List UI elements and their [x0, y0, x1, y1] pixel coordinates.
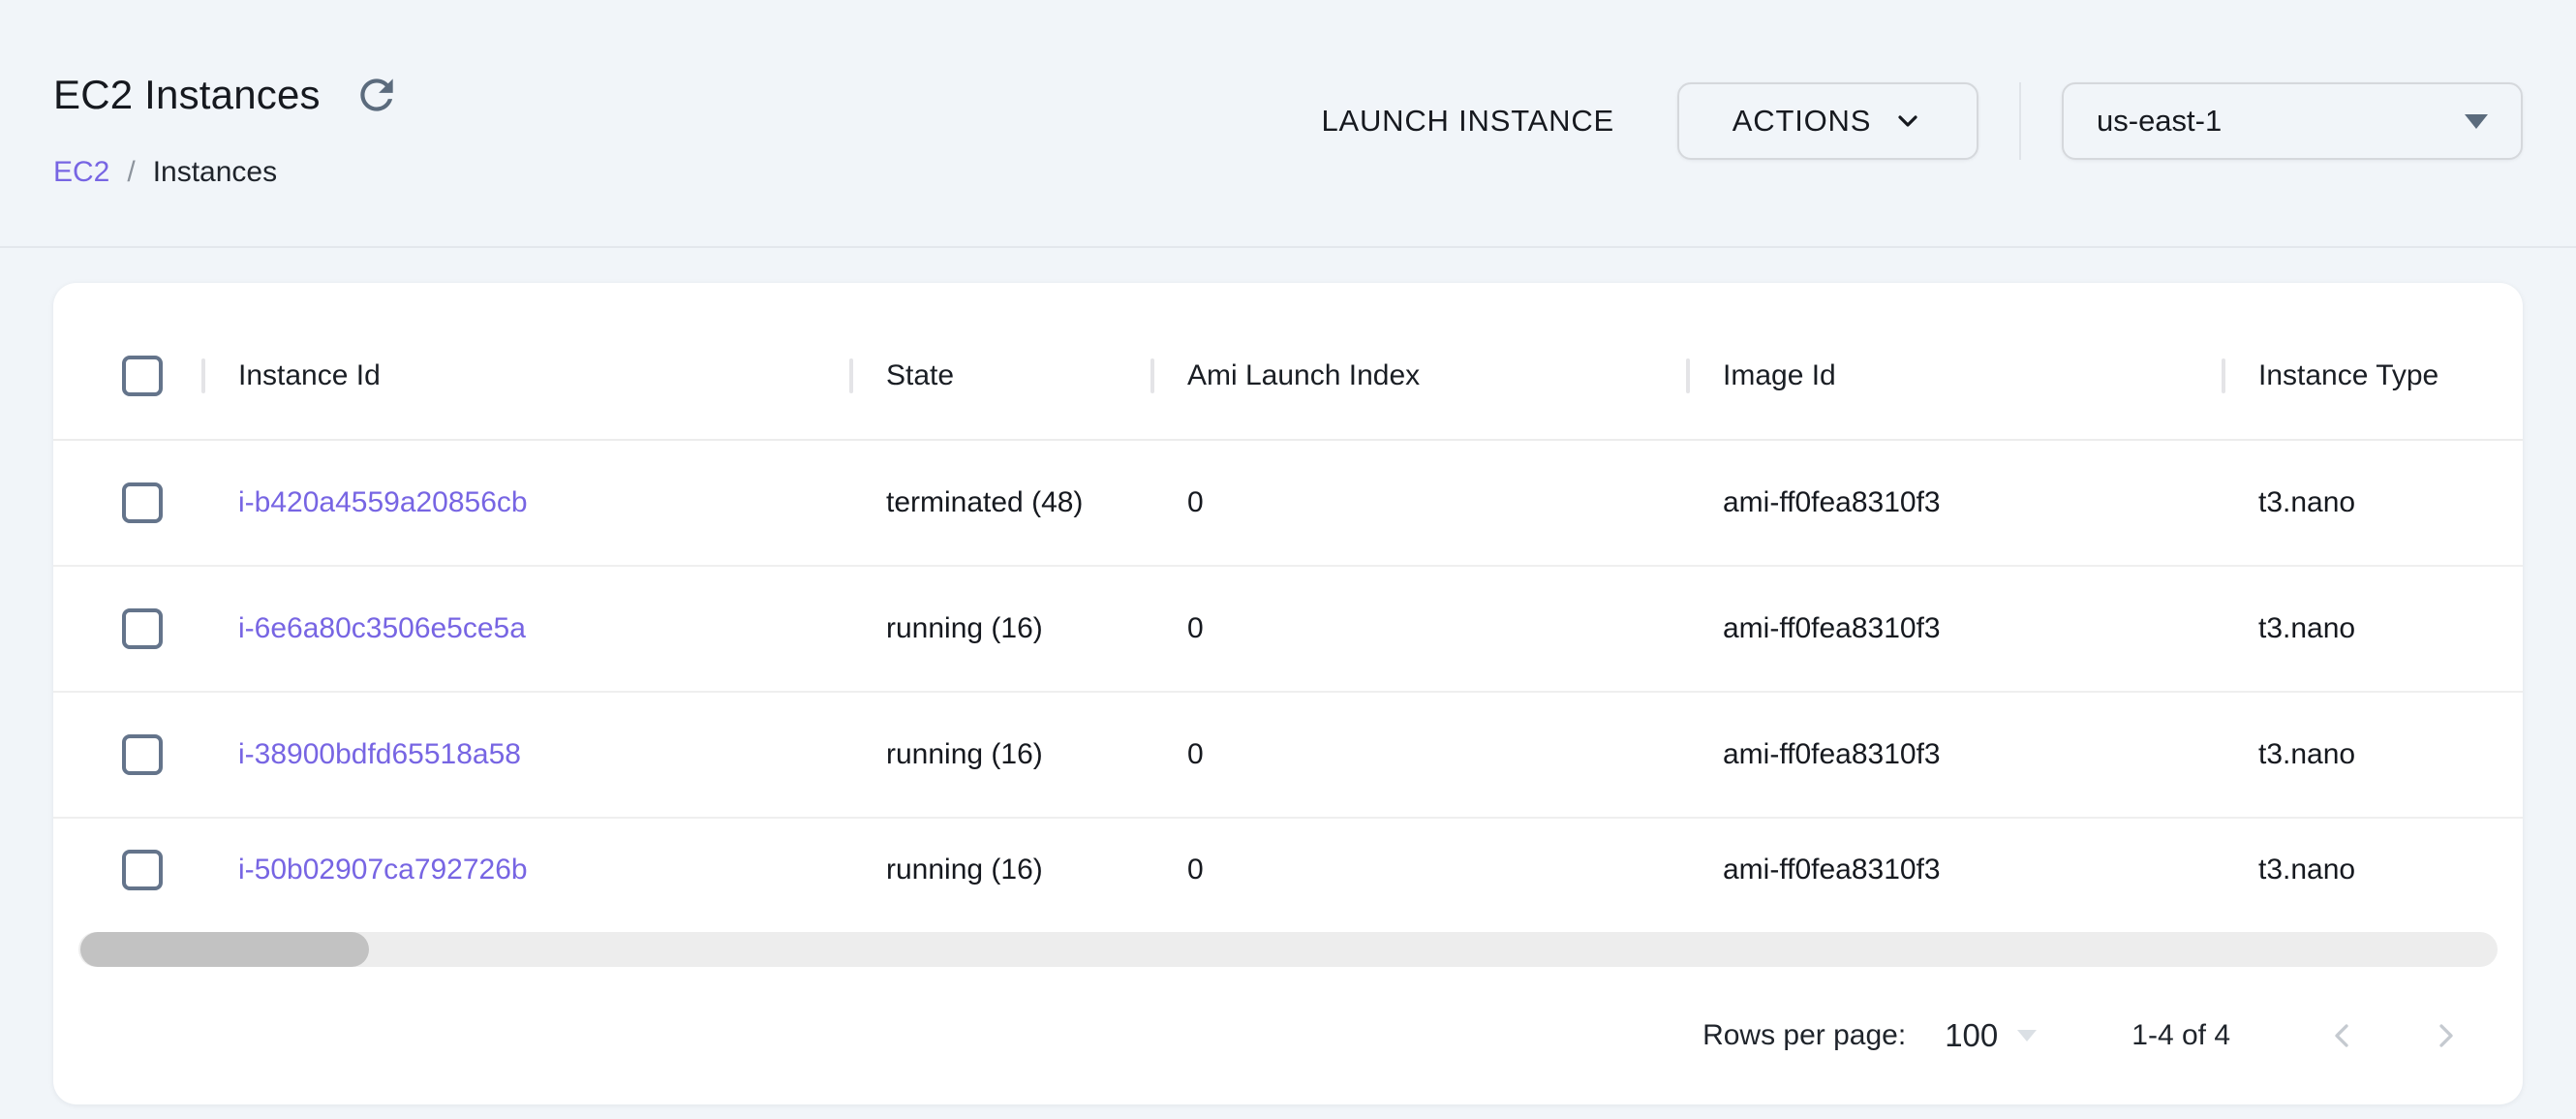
instances-card: Instance Id State Ami Launch Index Image… [53, 283, 2523, 1104]
ami-launch-index-cell: 0 [1150, 738, 1686, 771]
table-row: i-50b02907ca792726b running (16) 0 ami-f… [53, 819, 2523, 920]
instance-id-link[interactable]: i-6e6a80c3506e5ce5a [238, 612, 526, 644]
row-checkbox-cell [53, 850, 201, 890]
image-id-cell: ami-ff0fea8310f3 [1686, 854, 2222, 886]
table-row: i-38900bdfd65518a58 running (16) 0 ami-f… [53, 693, 2523, 819]
state-cell: running (16) [849, 854, 1150, 886]
column-header-ami-launch-index: Ami Launch Index [1150, 359, 1686, 392]
pagination-range: 1-4 of 4 [2131, 1019, 2230, 1052]
horizontal-scrollbar[interactable] [78, 932, 2498, 967]
instance-id-link[interactable]: i-50b02907ca792726b [238, 854, 528, 886]
row-checkbox[interactable] [122, 482, 163, 523]
state-cell: running (16) [849, 738, 1150, 771]
select-all-checkbox[interactable] [122, 356, 163, 396]
ami-launch-index-cell: 0 [1150, 486, 1686, 519]
row-checkbox[interactable] [122, 734, 163, 775]
page-title: EC2 Instances [53, 71, 321, 119]
header-controls: LAUNCH INSTANCE ACTIONS us-east-1 [1311, 82, 2523, 160]
table-row: i-b420a4559a20856cb terminated (48) 0 am… [53, 441, 2523, 567]
rows-per-page-value: 100 [1945, 1017, 1998, 1054]
rows-per-page-select[interactable]: 100 [1945, 1017, 2037, 1054]
breadcrumb-current: Instances [153, 155, 277, 190]
instance-type-cell: t3.nano [2222, 486, 2523, 519]
table-header-row: Instance Id State Ami Launch Index Image… [53, 312, 2523, 441]
pagination: Rows per page: 100 1-4 of 4 [53, 967, 2523, 1104]
row-checkbox[interactable] [122, 608, 163, 649]
state-cell: terminated (48) [849, 486, 1150, 519]
instance-type-cell: t3.nano [2222, 612, 2523, 645]
instance-type-cell: t3.nano [2222, 854, 2523, 886]
actions-button-label: ACTIONS [1733, 104, 1871, 139]
breadcrumb-separator: / [127, 155, 135, 190]
next-page-button[interactable] [2424, 1013, 2469, 1058]
image-id-cell: ami-ff0fea8310f3 [1686, 486, 2222, 519]
select-all-cell [53, 356, 201, 396]
breadcrumb-ec2-link[interactable]: EC2 [53, 155, 109, 190]
chevron-right-icon [2427, 1016, 2466, 1055]
breadcrumb: EC2 / Instances [53, 155, 2523, 190]
refresh-icon [353, 71, 401, 119]
instance-id-cell: i-b420a4559a20856cb [201, 486, 849, 519]
image-id-cell: ami-ff0fea8310f3 [1686, 612, 2222, 645]
instance-id-cell: i-6e6a80c3506e5ce5a [201, 612, 849, 645]
ami-launch-index-cell: 0 [1150, 612, 1686, 645]
actions-button[interactable]: ACTIONS [1677, 82, 1978, 160]
region-select-value: us-east-1 [2097, 104, 2222, 139]
previous-page-button[interactable] [2319, 1013, 2364, 1058]
image-id-cell: ami-ff0fea8310f3 [1686, 738, 2222, 771]
instance-type-cell: t3.nano [2222, 738, 2523, 771]
instance-id-cell: i-38900bdfd65518a58 [201, 738, 849, 771]
rows-per-page-label: Rows per page: [1702, 1019, 1906, 1052]
ami-launch-index-cell: 0 [1150, 854, 1686, 886]
region-select[interactable]: us-east-1 [2062, 82, 2523, 160]
launch-instance-button[interactable]: LAUNCH INSTANCE [1311, 104, 1624, 139]
instance-id-cell: i-50b02907ca792726b [201, 854, 849, 886]
controls-divider [2019, 82, 2021, 160]
scrollbar-thumb[interactable] [80, 932, 369, 967]
instance-id-link[interactable]: i-b420a4559a20856cb [238, 486, 528, 518]
column-header-instance-id: Instance Id [201, 359, 849, 392]
caret-down-icon [2465, 114, 2488, 129]
refresh-button[interactable] [350, 68, 404, 122]
row-checkbox-cell [53, 734, 201, 775]
row-checkbox[interactable] [122, 850, 163, 890]
table-row: i-6e6a80c3506e5ce5a running (16) 0 ami-f… [53, 567, 2523, 693]
chevron-left-icon [2322, 1016, 2361, 1055]
column-header-image-id: Image Id [1686, 359, 2222, 392]
page-header: EC2 Instances EC2 / Instances LAUNCH INS… [0, 0, 2576, 248]
row-checkbox-cell [53, 608, 201, 649]
column-header-state: State [849, 359, 1150, 392]
row-checkbox-cell [53, 482, 201, 523]
state-cell: running (16) [849, 612, 1150, 645]
chevron-down-icon [1892, 106, 1923, 137]
instance-id-link[interactable]: i-38900bdfd65518a58 [238, 738, 521, 770]
column-header-instance-type: Instance Type [2222, 359, 2523, 392]
caret-down-icon [2017, 1030, 2037, 1041]
